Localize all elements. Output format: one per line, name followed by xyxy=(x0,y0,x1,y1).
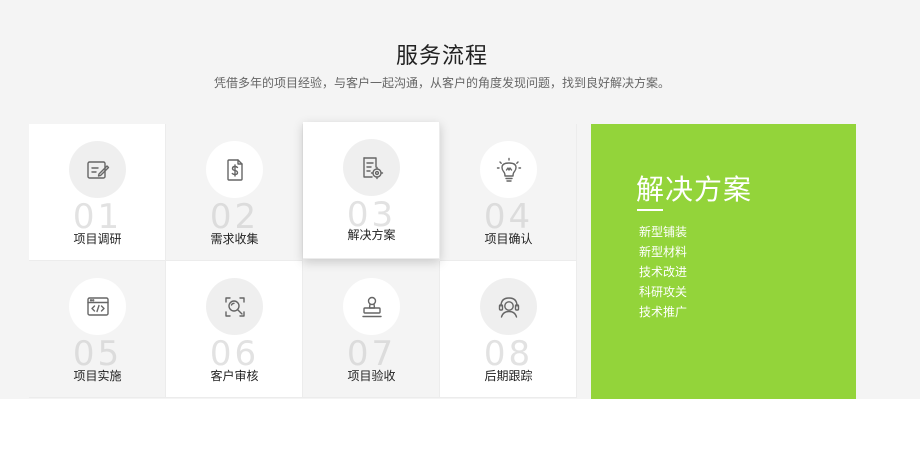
solution-panel: 解决方案 新型铺装 新型材料 技术改进 科研攻关 技术推广 xyxy=(591,124,856,399)
step-number: 02 xyxy=(209,197,260,237)
code-window-icon xyxy=(69,278,126,335)
section-subtitle: 凭借多年的项目经验，与客户一起沟通，从客户的角度发现问题，找到良好解决方案。 xyxy=(213,76,670,90)
step-label: 客户审核 xyxy=(210,369,259,383)
step-label: 项目调研 xyxy=(73,232,122,246)
panel-title: 解决方案 xyxy=(636,173,753,206)
step-card-05[interactable]: 05 项目实施 xyxy=(29,261,166,398)
step-label: 后期跟踪 xyxy=(484,369,533,383)
step-number: 05 xyxy=(72,334,123,374)
panel-list-item[interactable]: 新型材料 xyxy=(639,242,687,262)
step-label: 项目验收 xyxy=(347,369,396,383)
panel-list-item[interactable]: 新型铺装 xyxy=(639,222,687,242)
step-number: 01 xyxy=(72,197,123,237)
step-card-07[interactable]: 07 项目验收 xyxy=(303,261,440,398)
step-label: 解决方案 xyxy=(347,228,396,242)
step-card-02[interactable]: 02 需求收集 xyxy=(166,124,303,261)
headset-user-icon xyxy=(480,278,537,335)
step-number: 08 xyxy=(483,334,534,374)
panel-list-item[interactable]: 科研攻关 xyxy=(639,282,687,302)
step-card-01[interactable]: 01 项目调研 xyxy=(29,124,166,261)
step-card-04[interactable]: 04 项目确认 xyxy=(440,124,577,261)
step-label: 需求收集 xyxy=(210,232,259,246)
step-label: 项目确认 xyxy=(484,232,533,246)
edit-note-icon xyxy=(69,141,126,198)
step-number: 06 xyxy=(209,334,260,374)
step-label: 项目实施 xyxy=(73,369,122,383)
process-grid: 01 项目调研 02 需求收集 03 解决方案 04 项目确认 05 项目实施 … xyxy=(29,122,580,399)
section-title: 服务流程 xyxy=(395,44,488,69)
panel-list-item[interactable]: 技术改进 xyxy=(639,262,687,282)
magnifier-icon xyxy=(206,278,263,335)
document-settings-icon xyxy=(343,139,400,196)
panel-divider xyxy=(637,209,663,211)
stamp-icon xyxy=(343,278,400,335)
step-number: 07 xyxy=(346,334,397,374)
panel-list-item[interactable]: 技术推广 xyxy=(639,302,687,322)
panel-list: 新型铺装 新型材料 技术改进 科研攻关 技术推广 xyxy=(639,222,687,322)
step-card-06[interactable]: 06 客户审核 xyxy=(166,261,303,398)
step-card-08[interactable]: 08 后期跟踪 xyxy=(440,261,577,398)
lightbulb-icon xyxy=(480,141,537,198)
step-card-03[interactable]: 03 解决方案 xyxy=(303,122,440,259)
step-number: 04 xyxy=(483,197,534,237)
dollar-document-icon xyxy=(206,141,263,198)
